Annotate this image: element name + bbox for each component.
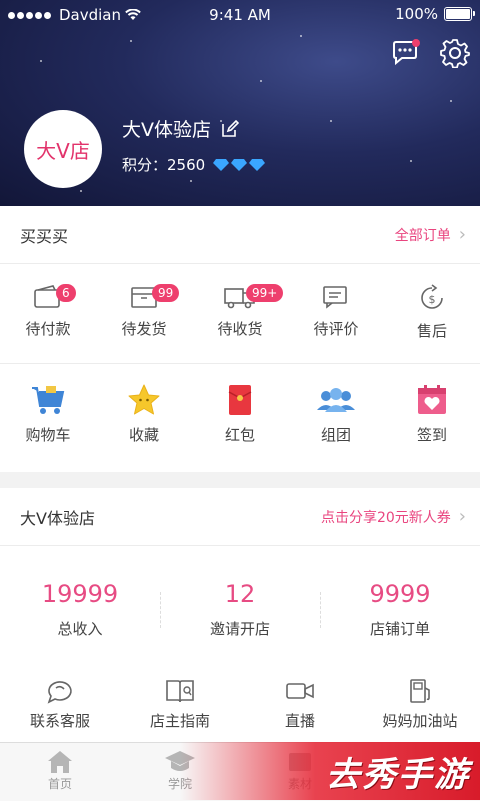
svg-text:$: $ — [429, 293, 436, 306]
stat-invitations[interactable]: 12 邀请开店 — [160, 580, 320, 639]
watermark-logo: 去秀手游 — [180, 742, 480, 800]
order-pending-shipment[interactable]: 99 待发货 — [96, 264, 192, 339]
order-label: 待付款 — [25, 320, 71, 338]
video-icon — [286, 683, 314, 699]
stat-label: 邀请开店 — [209, 619, 270, 638]
shortcut-label: 购物车 — [25, 426, 71, 444]
stat-value: 12 — [224, 579, 256, 608]
shop-title: 大V体验店 — [20, 508, 95, 528]
order-label: 待评价 — [313, 320, 359, 338]
all-orders-label: 全部订单 — [394, 227, 451, 244]
shortcut-label: 签到 — [416, 426, 447, 444]
cart-icon — [32, 386, 65, 414]
orders-header: 买买买 全部订单 › — [0, 206, 480, 264]
battery-percent: 100% — [395, 5, 438, 23]
chevron-right-icon: › — [458, 506, 466, 527]
stat-label: 店铺订单 — [369, 619, 430, 638]
shortcut-check-in[interactable]: 签到 — [384, 364, 480, 445]
shortcut-group[interactable]: 组团 — [288, 364, 384, 445]
shop-header: 大V体验店 点击分享20元新人券 › — [0, 488, 480, 546]
tool-customer-service[interactable]: 联系客服 — [0, 672, 120, 746]
profile-header: Davdian 9:41 AM 100% 大V店 大V体验店 积分：2560 — [0, 0, 480, 206]
shop-name: 大V体验店 — [122, 119, 211, 141]
avatar-text: 大V店 — [36, 138, 90, 163]
shortcut-label: 红包 — [224, 426, 255, 444]
order-label: 待收货 — [217, 320, 263, 338]
tool-live[interactable]: 直播 — [240, 672, 360, 746]
service-icon — [47, 681, 72, 704]
refund-icon: $ — [421, 284, 443, 309]
order-badge: 6 — [56, 284, 76, 302]
red-envelope-icon — [228, 385, 252, 415]
all-orders-link[interactable]: 全部订单 › — [395, 224, 466, 245]
order-pending-review[interactable]: 待评价 — [288, 264, 384, 339]
diamond-level-icon — [213, 158, 266, 172]
fuel-icon — [410, 679, 430, 703]
orders-panel: 买买买 全部订单 › 6 待付款 99 待发货 99+ 待收货 待评价 $ 售后 — [0, 206, 480, 472]
message-icon[interactable] — [390, 38, 422, 72]
points-label: 积分：2560 — [122, 156, 206, 174]
order-label: 售后 — [416, 322, 447, 340]
comment-icon — [323, 286, 347, 309]
order-pending-payment[interactable]: 6 待付款 — [0, 264, 96, 339]
stat-value: 19999 — [41, 579, 119, 608]
share-coupon-label: 点击分享20元新人券 — [320, 509, 451, 526]
order-badge: 99+ — [246, 284, 284, 302]
edit-icon[interactable] — [221, 119, 239, 138]
group-icon — [317, 388, 355, 412]
shortcut-red-envelope[interactable]: 红包 — [192, 364, 288, 445]
order-after-sales[interactable]: $ 售后 — [384, 264, 480, 341]
stat-label: 总收入 — [57, 619, 103, 638]
tool-owner-guide[interactable]: 店主指南 — [120, 672, 240, 746]
tool-label: 直播 — [284, 712, 315, 730]
shortcut-cart[interactable]: 购物车 — [0, 364, 96, 445]
tool-label: 联系客服 — [29, 712, 90, 730]
order-pending-receipt[interactable]: 99+ 待收货 — [192, 264, 288, 339]
share-coupon-link[interactable]: 点击分享20元新人券 › — [321, 506, 466, 527]
watermark-text: 去秀手游 — [326, 754, 470, 795]
shortcut-label: 收藏 — [128, 426, 159, 444]
avatar[interactable]: 大V店 — [24, 110, 102, 188]
tab-home[interactable]: 首页 — [0, 743, 120, 792]
stat-total-income[interactable]: 19999 总收入 — [0, 580, 160, 639]
tool-mom-station[interactable]: 妈妈加油站 — [360, 672, 480, 746]
stat-value: 9999 — [369, 579, 431, 608]
calendar-heart-icon — [418, 385, 446, 414]
order-label: 待发货 — [121, 320, 167, 338]
stat-shop-orders[interactable]: 9999 店铺订单 — [320, 580, 480, 639]
guide-icon — [166, 680, 194, 703]
status-bar: Davdian 9:41 AM 100% — [0, 0, 480, 30]
shortcut-label: 组团 — [320, 426, 351, 444]
orders-title: 买买买 — [20, 226, 69, 246]
tool-label: 妈妈加油站 — [382, 712, 458, 730]
chevron-right-icon: › — [458, 224, 466, 245]
tool-label: 店主指南 — [149, 712, 210, 730]
order-badge: 99 — [152, 284, 180, 302]
tab-label: 首页 — [47, 777, 72, 791]
home-icon — [48, 751, 72, 773]
shortcut-favorites[interactable]: 收藏 — [96, 364, 192, 445]
star-icon — [128, 384, 160, 415]
shop-panel: 大V体验店 点击分享20元新人券 › 19999 总收入 12 邀请开店 999… — [0, 488, 480, 742]
battery-icon — [444, 7, 475, 21]
settings-icon[interactable] — [440, 38, 470, 72]
